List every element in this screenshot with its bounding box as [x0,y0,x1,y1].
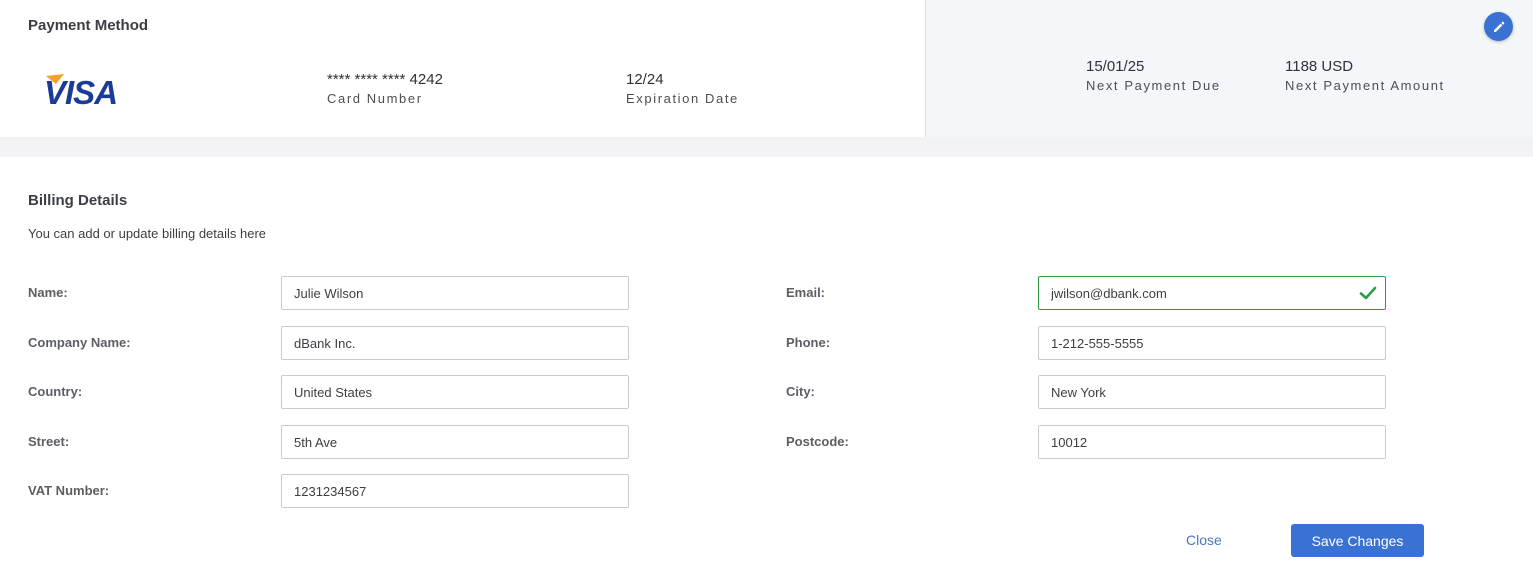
section-divider [0,137,1533,157]
name-label: Name: [28,285,68,300]
next-payment-amount-label: Next Payment Amount [1285,78,1445,93]
city-input[interactable] [1038,375,1386,409]
company-name-input[interactable] [281,326,629,360]
vat-number-label: VAT Number: [28,483,110,498]
phone-input[interactable] [1038,326,1386,360]
email-input[interactable] [1038,276,1386,310]
next-payment-due-label: Next Payment Due [1086,78,1221,93]
city-label: City: [786,384,815,399]
next-payment-panel: 15/01/25 Next Payment Due 1188 USD Next … [925,0,1533,137]
next-payment-amount-value: 1188 USD [1285,58,1354,75]
next-payment-amount-field: 1188 USD Next Payment Amount [1285,58,1445,96]
expiration-date-value: 12/24 [626,71,664,88]
pencil-icon [1493,21,1504,32]
company-name-label: Company Name: [28,335,131,350]
billing-details-subtitle: You can add or update billing details he… [28,226,267,241]
next-payment-due-value: 15/01/25 [1086,58,1145,75]
street-label: Street: [28,434,70,449]
close-button[interactable]: Close [1186,532,1222,548]
payment-method-section: Payment Method VISA **** **** **** 4242 … [0,0,1533,137]
street-input[interactable] [281,425,629,459]
save-changes-button[interactable]: Save Changes [1291,524,1424,557]
email-label: Email: [786,285,826,300]
next-payment-due-field: 15/01/25 Next Payment Due [1086,58,1221,96]
card-number-value: **** **** **** 4242 [327,71,443,88]
payment-method-title: Payment Method [28,17,149,34]
expiration-date-field: 12/24 Expiration Date [626,71,739,109]
country-label: Country: [28,384,83,399]
billing-details-title: Billing Details [28,192,128,209]
vat-number-input[interactable] [281,474,629,508]
edit-payment-button[interactable] [1484,12,1513,41]
postcode-input[interactable] [1038,425,1386,459]
country-input[interactable] [281,375,629,409]
checkmark-icon [1359,286,1377,300]
phone-label: Phone: [786,335,831,350]
card-number-label: Card Number [327,91,423,106]
expiration-date-label: Expiration Date [626,91,739,106]
postcode-label: Postcode: [786,434,849,449]
card-details-panel: Payment Method VISA **** **** **** 4242 … [0,0,925,137]
name-input[interactable] [281,276,629,310]
card-number-field: **** **** **** 4242 Card Number [327,71,443,109]
visa-logo-text: VISA [44,74,117,110]
visa-logo: VISA [44,74,118,110]
